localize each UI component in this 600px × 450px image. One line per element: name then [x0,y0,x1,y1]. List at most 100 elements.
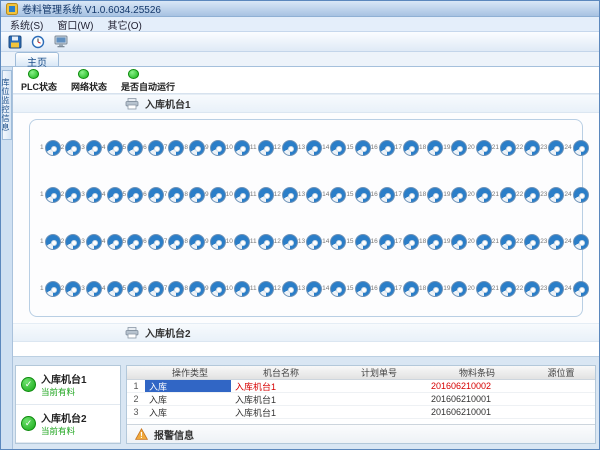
roll-slot-gauge[interactable] [427,281,443,297]
roll-slot-gauge[interactable] [168,281,184,297]
title-bar[interactable]: 卷料管理系统 V1.0.6034.25526 [1,1,599,17]
table-row[interactable]: 2入库入库机台1201606210001 [127,393,595,406]
roll-slot-gauge[interactable] [451,140,467,156]
roll-slot-gauge[interactable] [476,140,492,156]
roll-slot-gauge[interactable] [548,140,564,156]
roll-slot-gauge[interactable] [107,140,123,156]
save-button[interactable] [5,33,25,50]
roll-slot-gauge[interactable] [148,187,164,203]
roll-slot-gauge[interactable] [234,187,250,203]
roll-slot-gauge[interactable] [524,140,540,156]
roll-slot-gauge[interactable] [427,140,443,156]
roll-slot-gauge[interactable] [403,187,419,203]
table-cell[interactable]: 入库 [145,393,231,405]
table-cell[interactable] [327,393,427,405]
clock-button[interactable] [28,33,48,50]
roll-slot-gauge[interactable] [306,140,322,156]
roll-slot-gauge[interactable] [86,140,102,156]
roll-slot-gauge[interactable] [258,234,274,250]
table-cell[interactable]: 入库 [145,406,231,418]
roll-slot-gauge[interactable] [189,140,205,156]
roll-slot-gauge[interactable] [427,234,443,250]
roll-slot-gauge[interactable] [189,281,205,297]
side-vertical-tab[interactable]: 库位监控信息 [2,70,12,140]
roll-slot-gauge[interactable] [168,234,184,250]
roll-slot-gauge[interactable] [107,234,123,250]
roll-slot-gauge[interactable] [379,234,395,250]
roll-slot-gauge[interactable] [210,140,226,156]
roll-slot-gauge[interactable] [548,187,564,203]
roll-slot-gauge[interactable] [282,140,298,156]
menu-other[interactable]: 其它(O) [100,17,148,32]
roll-slot-gauge[interactable] [330,281,346,297]
roll-slot-gauge[interactable] [258,187,274,203]
roll-slot-gauge[interactable] [355,281,371,297]
roll-slot-gauge[interactable] [573,187,589,203]
roll-slot-gauge[interactable] [451,281,467,297]
roll-slot-gauge[interactable] [379,281,395,297]
roll-slot-gauge[interactable] [500,234,516,250]
table-cell[interactable]: 入库机台1 [231,380,327,392]
header-machine-name[interactable]: 机台名称 [231,366,327,379]
table-cell[interactable]: 201606210001 [427,406,523,418]
table-cell[interactable]: 入库机台1 [231,406,327,418]
header-operation-type[interactable]: 操作类型 [145,366,231,379]
table-cell[interactable]: 2 [127,393,145,405]
roll-slot-gauge[interactable] [189,234,205,250]
roll-slot-gauge[interactable] [573,234,589,250]
roll-slot-gauge[interactable] [379,187,395,203]
menu-system[interactable]: 系统(S) [3,17,50,32]
roll-slot-gauge[interactable] [258,281,274,297]
header-plan-number[interactable]: 计划单号 [327,366,427,379]
roll-slot-gauge[interactable] [86,281,102,297]
roll-slot-gauge[interactable] [282,281,298,297]
roll-slot-gauge[interactable] [107,187,123,203]
roll-slot-gauge[interactable] [524,281,540,297]
roll-slot-gauge[interactable] [45,187,61,203]
roll-slot-gauge[interactable] [476,187,492,203]
roll-slot-gauge[interactable] [500,187,516,203]
roll-slot-gauge[interactable] [189,187,205,203]
roll-slot-gauge[interactable] [548,281,564,297]
roll-slot-gauge[interactable] [500,281,516,297]
monitor-button[interactable] [51,33,71,50]
roll-slot-gauge[interactable] [427,187,443,203]
roll-slot-gauge[interactable] [234,140,250,156]
roll-slot-gauge[interactable] [500,140,516,156]
roll-slot-gauge[interactable] [168,140,184,156]
roll-slot-gauge[interactable] [476,281,492,297]
roll-slot-gauge[interactable] [379,140,395,156]
table-row[interactable]: 3入库入库机台1201606210001 [127,406,595,419]
roll-slot-gauge[interactable] [258,140,274,156]
roll-slot-gauge[interactable] [86,234,102,250]
splitter[interactable] [13,356,599,363]
roll-slot-gauge[interactable] [148,234,164,250]
roll-slot-gauge[interactable] [403,140,419,156]
roll-slot-gauge[interactable] [234,281,250,297]
roll-slot-gauge[interactable] [65,140,81,156]
table-cell[interactable]: 入库 [145,380,231,392]
table-cell[interactable] [327,380,427,392]
machine1-status-card[interactable]: ✓ 入库机台1 当前有料 [16,366,120,405]
table-cell[interactable] [523,393,595,405]
roll-slot-gauge[interactable] [524,234,540,250]
menu-window[interactable]: 窗口(W) [50,17,100,32]
tab-home[interactable]: 主页 [15,52,59,66]
roll-slot-gauge[interactable] [403,281,419,297]
roll-slot-gauge[interactable] [476,234,492,250]
roll-slot-gauge[interactable] [45,140,61,156]
roll-slot-gauge[interactable] [330,140,346,156]
roll-slot-gauge[interactable] [148,140,164,156]
roll-slot-gauge[interactable] [451,187,467,203]
roll-slot-gauge[interactable] [282,187,298,203]
roll-slot-gauge[interactable] [548,234,564,250]
roll-slot-gauge[interactable] [210,234,226,250]
roll-slot-gauge[interactable] [210,281,226,297]
roll-slot-gauge[interactable] [65,187,81,203]
roll-slot-gauge[interactable] [451,234,467,250]
alarm-bar[interactable]: ! 报警信息 [127,424,595,443]
roll-slot-gauge[interactable] [330,187,346,203]
roll-slot-gauge[interactable] [573,140,589,156]
roll-slot-gauge[interactable] [127,234,143,250]
roll-slot-gauge[interactable] [210,187,226,203]
